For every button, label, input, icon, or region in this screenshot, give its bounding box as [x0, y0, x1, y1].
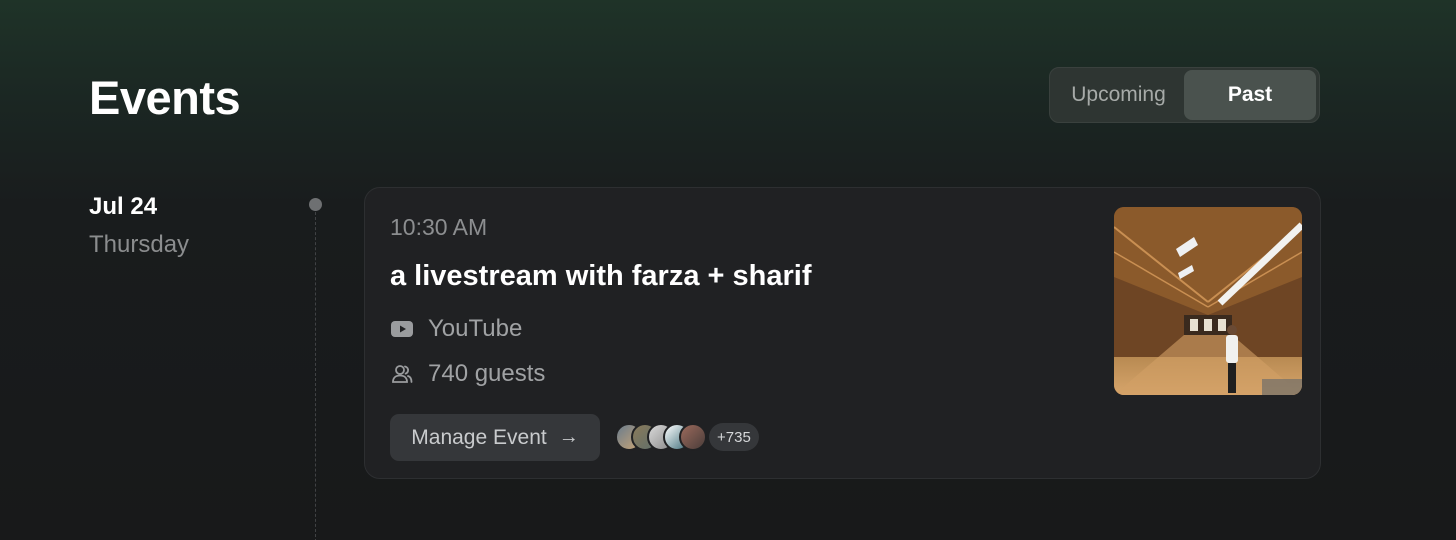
event-guests-label: 740 guests [428, 360, 546, 387]
event-weekday-label: Thursday [89, 231, 190, 258]
event-guests: 740 guests [390, 360, 545, 388]
tab-past[interactable]: Past [1184, 70, 1316, 120]
tab-upcoming[interactable]: Upcoming [1053, 70, 1184, 120]
event-date-label: Jul 24 [89, 193, 158, 220]
event-card[interactable]: 10:30 AM a livestream with farza + shari… [364, 187, 1321, 479]
avatar [679, 423, 707, 451]
users-icon [390, 362, 414, 386]
arrow-right-icon: → [558, 426, 579, 448]
events-filter-toggle: Upcoming Past [1049, 67, 1320, 123]
event-title[interactable]: a livestream with farza + sharif [390, 260, 812, 293]
page-title: Events [89, 71, 241, 124]
youtube-icon [390, 317, 414, 341]
timeline-line [315, 212, 316, 540]
guest-overflow-count: +735 [709, 423, 759, 451]
event-date: Jul 24 Thursday [89, 193, 189, 259]
event-cover-image[interactable] [1114, 207, 1302, 395]
manage-event-button[interactable]: Manage Event → [390, 414, 600, 461]
event-time: 10:30 AM [390, 214, 488, 240]
guest-avatars[interactable]: +735 [615, 423, 759, 451]
event-platform-label: YouTube [428, 315, 523, 342]
timeline-dot [309, 198, 322, 211]
manage-event-label: Manage Event [411, 425, 547, 449]
event-platform: YouTube [390, 315, 522, 343]
